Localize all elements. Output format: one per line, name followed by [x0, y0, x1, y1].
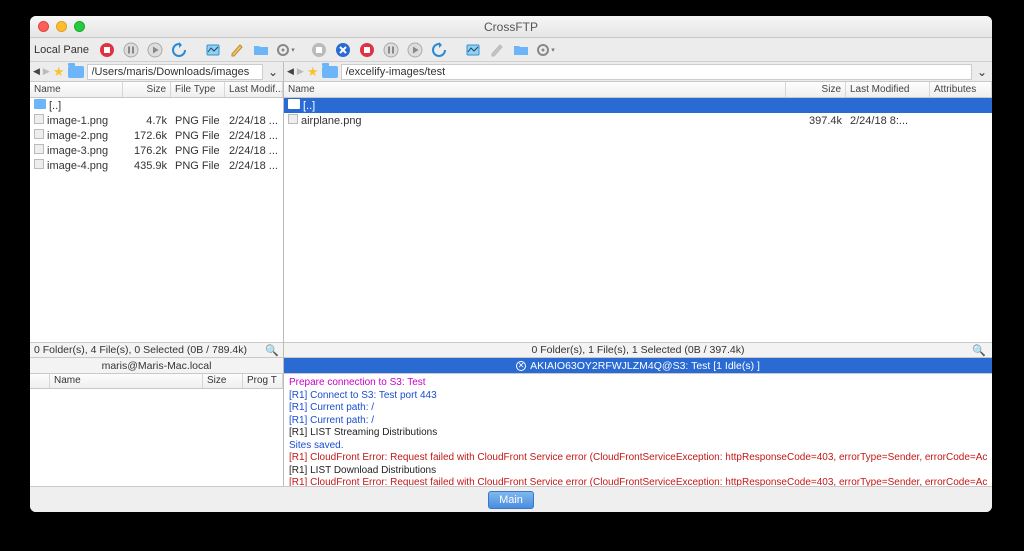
left-path-input[interactable] [87, 64, 263, 80]
remote-settings-button[interactable]: ▾ [535, 40, 555, 60]
col-type[interactable]: File Type [171, 82, 225, 97]
local-status: 0 Folder(s), 4 File(s), 0 Selected (0B /… [30, 342, 284, 358]
table-row[interactable]: [..] [284, 98, 992, 113]
log-line: [R1] LIST Streaming Distributions [289, 427, 987, 440]
left-pathbar: ◀ ▶ ★ ⌄ [30, 62, 284, 82]
local-status-text: 0 Folder(s), 4 File(s), 0 Selected (0B /… [34, 344, 247, 356]
queue-list[interactable] [30, 389, 283, 486]
open-folder-button[interactable] [251, 40, 271, 60]
back-icon[interactable]: ◀ [287, 66, 294, 77]
remote-filelist[interactable]: [..]airplane.png397.4k2/24/18 8:... [284, 98, 992, 342]
local-columns[interactable]: Name Size File Type Last Modif... [30, 82, 283, 98]
log-pane[interactable]: Prepare connection to S3: Test[R1] Conne… [284, 374, 992, 486]
table-row[interactable]: [..] [30, 98, 283, 113]
remote-stop2-button[interactable] [357, 40, 377, 60]
remote-stop-button[interactable] [309, 40, 329, 60]
fwd-icon[interactable]: ▶ [297, 66, 304, 77]
pause-button[interactable] [121, 40, 141, 60]
folder-icon [322, 66, 338, 78]
col-modified[interactable]: Last Modified [846, 82, 930, 97]
col-size[interactable]: Size [786, 82, 846, 97]
col-name[interactable]: Name [50, 374, 203, 388]
app-window: CrossFTP Local Pane ▾ ▾ ◀ ▶ ★ [30, 16, 992, 512]
col-size[interactable]: Size [123, 82, 171, 97]
remote-play-button[interactable] [405, 40, 425, 60]
remote-edit-button[interactable] [487, 40, 507, 60]
log-line: [R1] Current path: / [289, 415, 987, 428]
close-tab-icon[interactable]: ✕ [516, 361, 526, 371]
col-modified[interactable]: Last Modif... [225, 82, 283, 97]
play-button[interactable] [145, 40, 165, 60]
dropdown-icon[interactable]: ⌄ [266, 65, 280, 79]
main-button[interactable]: Main [488, 491, 534, 509]
footer: Main [30, 486, 992, 512]
col-progress[interactable]: Prog T [243, 374, 283, 388]
settings-button[interactable]: ▾ [275, 40, 295, 60]
log-line: [R1] LIST Download Distributions [289, 465, 987, 478]
remote-status-text: 0 Folder(s), 1 File(s), 1 Selected (0B /… [532, 344, 745, 356]
fwd-icon[interactable]: ▶ [43, 66, 50, 77]
col-attributes[interactable]: Attributes [930, 82, 992, 97]
search-icon[interactable]: 🔍 [265, 344, 279, 357]
table-row[interactable]: image-1.png4.7kPNG File2/24/18 ... [30, 113, 283, 128]
queue-right-label: AKIAIO63OY2RFWJLZM4Q@S3: Test [1 Idle(s)… [530, 360, 760, 372]
right-path-input[interactable] [341, 64, 972, 80]
remote-columns[interactable]: Name Size Last Modified Attributes [284, 82, 992, 98]
col-size[interactable]: Size [203, 374, 243, 388]
refresh-button[interactable] [169, 40, 189, 60]
titlebar: CrossFTP [30, 16, 992, 38]
log-line: [R1] CloudFront Error: Request failed wi… [289, 477, 987, 486]
log-line: [R1] Current path: / [289, 402, 987, 415]
table-row[interactable]: image-3.png176.2kPNG File2/24/18 ... [30, 143, 283, 158]
view-button[interactable] [203, 40, 223, 60]
col-name[interactable]: Name [30, 82, 123, 97]
folder-icon [68, 66, 84, 78]
right-pathbar: ◀ ▶ ★ ⌄ [284, 62, 992, 82]
local-pane: Name Size File Type Last Modif... [..]im… [30, 82, 284, 342]
table-row[interactable]: image-4.png435.9kPNG File2/24/18 ... [30, 158, 283, 173]
remote-view-button[interactable] [463, 40, 483, 60]
queue-pane: Name Size Prog T [30, 374, 284, 486]
log-line: Prepare connection to S3: Test [289, 377, 987, 390]
toolbar-label: Local Pane [34, 44, 93, 56]
search-icon[interactable]: 🔍 [972, 344, 986, 357]
favorite-icon[interactable]: ★ [53, 64, 65, 80]
remote-disconnect-button[interactable] [333, 40, 353, 60]
table-row[interactable]: airplane.png397.4k2/24/18 8:... [284, 113, 992, 128]
window-title: CrossFTP [30, 20, 992, 34]
table-row[interactable]: image-2.png172.6kPNG File2/24/18 ... [30, 128, 283, 143]
queue-columns[interactable]: Name Size Prog T [30, 374, 283, 389]
edit-button[interactable] [227, 40, 247, 60]
remote-pane: Name Size Last Modified Attributes [..]a… [284, 82, 992, 342]
remote-open-button[interactable] [511, 40, 531, 60]
remote-refresh-button[interactable] [429, 40, 449, 60]
favorite-icon[interactable]: ★ [307, 64, 319, 80]
log-line: [R1] Connect to S3: Test port 443 [289, 390, 987, 403]
stop-button[interactable] [97, 40, 117, 60]
col-name[interactable]: Name [284, 82, 786, 97]
queue-left-label: maris@Maris-Mac.local [102, 360, 212, 372]
toolbar: Local Pane ▾ ▾ [30, 38, 992, 62]
back-icon[interactable]: ◀ [33, 66, 40, 77]
log-line: Sites saved. [289, 440, 987, 453]
local-filelist[interactable]: [..]image-1.png4.7kPNG File2/24/18 ...im… [30, 98, 283, 342]
remote-pause-button[interactable] [381, 40, 401, 60]
dropdown-icon[interactable]: ⌄ [975, 65, 989, 79]
remote-status: 0 Folder(s), 1 File(s), 1 Selected (0B /… [284, 342, 992, 358]
queue-left-tab[interactable]: maris@Maris-Mac.local [30, 358, 284, 374]
queue-right-tab[interactable]: ✕ AKIAIO63OY2RFWJLZM4Q@S3: Test [1 Idle(… [284, 358, 992, 374]
log-line: [R1] CloudFront Error: Request failed wi… [289, 452, 987, 465]
